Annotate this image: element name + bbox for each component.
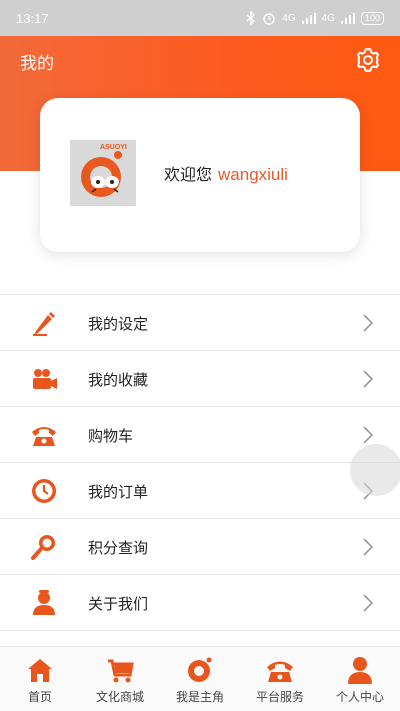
menu-item-cart[interactable]: 购物车 xyxy=(0,407,400,463)
telephone-icon xyxy=(32,427,56,446)
welcome-label: 欢迎您 xyxy=(164,165,213,184)
menu-label: 我的设定 xyxy=(88,315,149,333)
chevron-right-icon xyxy=(363,314,374,332)
tab-label: 我是主角 xyxy=(175,690,224,704)
tab-protagonist[interactable]: 我是主角 xyxy=(160,647,240,711)
menu-item-orders[interactable]: 我的订单 xyxy=(0,463,400,519)
gear-icon[interactable] xyxy=(354,46,382,74)
menu-item-favorites[interactable]: 我的收藏 xyxy=(0,351,400,407)
menu-list: 我的设定 我的收藏 购物车 我的订单 积分查询 关于我们 xyxy=(0,294,400,631)
home-icon xyxy=(28,659,52,682)
menu-label: 关于我们 xyxy=(88,595,149,613)
avatar[interactable]: ASUOYI xyxy=(70,140,136,206)
username: wangxiuli xyxy=(218,165,288,184)
menu-label: 我的收藏 xyxy=(88,371,149,389)
tab-profile[interactable]: 个人中心 xyxy=(320,647,400,711)
menu-label: 购物车 xyxy=(88,427,134,445)
tab-services[interactable]: 平台服务 xyxy=(240,647,320,711)
profile-card[interactable]: ASUOYI 欢迎您 wangxiuli xyxy=(40,98,360,252)
tab-label: 个人中心 xyxy=(335,690,384,704)
pencil-icon xyxy=(33,312,55,336)
signal-icon xyxy=(301,12,316,24)
avatar-badge-text: ASUOYI xyxy=(100,144,127,151)
alarm-icon xyxy=(263,13,275,25)
menu-item-points[interactable]: 积分查询 xyxy=(0,519,400,575)
menu-item-about[interactable]: 关于我们 xyxy=(0,575,400,631)
telephone-icon xyxy=(267,661,293,682)
menu-label: 我的订单 xyxy=(88,483,149,501)
chevron-right-icon xyxy=(363,370,374,388)
welcome-message: 欢迎您 wangxiuli xyxy=(164,161,288,185)
status-icons: 4G 4G 100 xyxy=(246,11,384,25)
user-badge-icon xyxy=(33,590,55,615)
menu-label: 积分查询 xyxy=(88,539,149,557)
bottom-tab-bar: 首页 文化商城 我是主角 平台服务 个人中心 xyxy=(0,646,400,711)
floating-assistive-touch[interactable] xyxy=(350,444,400,496)
network-4g-left: 4G xyxy=(282,12,296,24)
tab-label: 平台服务 xyxy=(255,690,304,704)
signal-icon-2 xyxy=(340,12,355,24)
magnifier-icon xyxy=(31,535,55,560)
status-time: 13:17 xyxy=(16,10,49,26)
bluetooth-icon xyxy=(246,11,256,25)
video-camera-icon xyxy=(33,369,57,389)
tab-label: 文化商城 xyxy=(95,690,144,704)
network-4g-right: 4G xyxy=(321,12,335,24)
tab-label: 首页 xyxy=(27,690,52,704)
tab-mall[interactable]: 文化商城 xyxy=(80,647,160,711)
clock-icon xyxy=(32,479,56,503)
menu-item-settings[interactable]: 我的设定 xyxy=(0,295,400,351)
cart-icon xyxy=(108,659,134,683)
page-title: 我的 xyxy=(20,54,54,74)
person-icon xyxy=(348,657,372,684)
chevron-right-icon xyxy=(363,426,374,444)
chevron-right-icon xyxy=(363,594,374,612)
brand-logo-icon xyxy=(188,657,212,682)
battery-icon: 100 xyxy=(360,11,384,25)
status-bar: 13:17 4G 4G 100 xyxy=(0,0,400,36)
chevron-right-icon xyxy=(363,538,374,556)
tab-home[interactable]: 首页 xyxy=(0,647,80,711)
